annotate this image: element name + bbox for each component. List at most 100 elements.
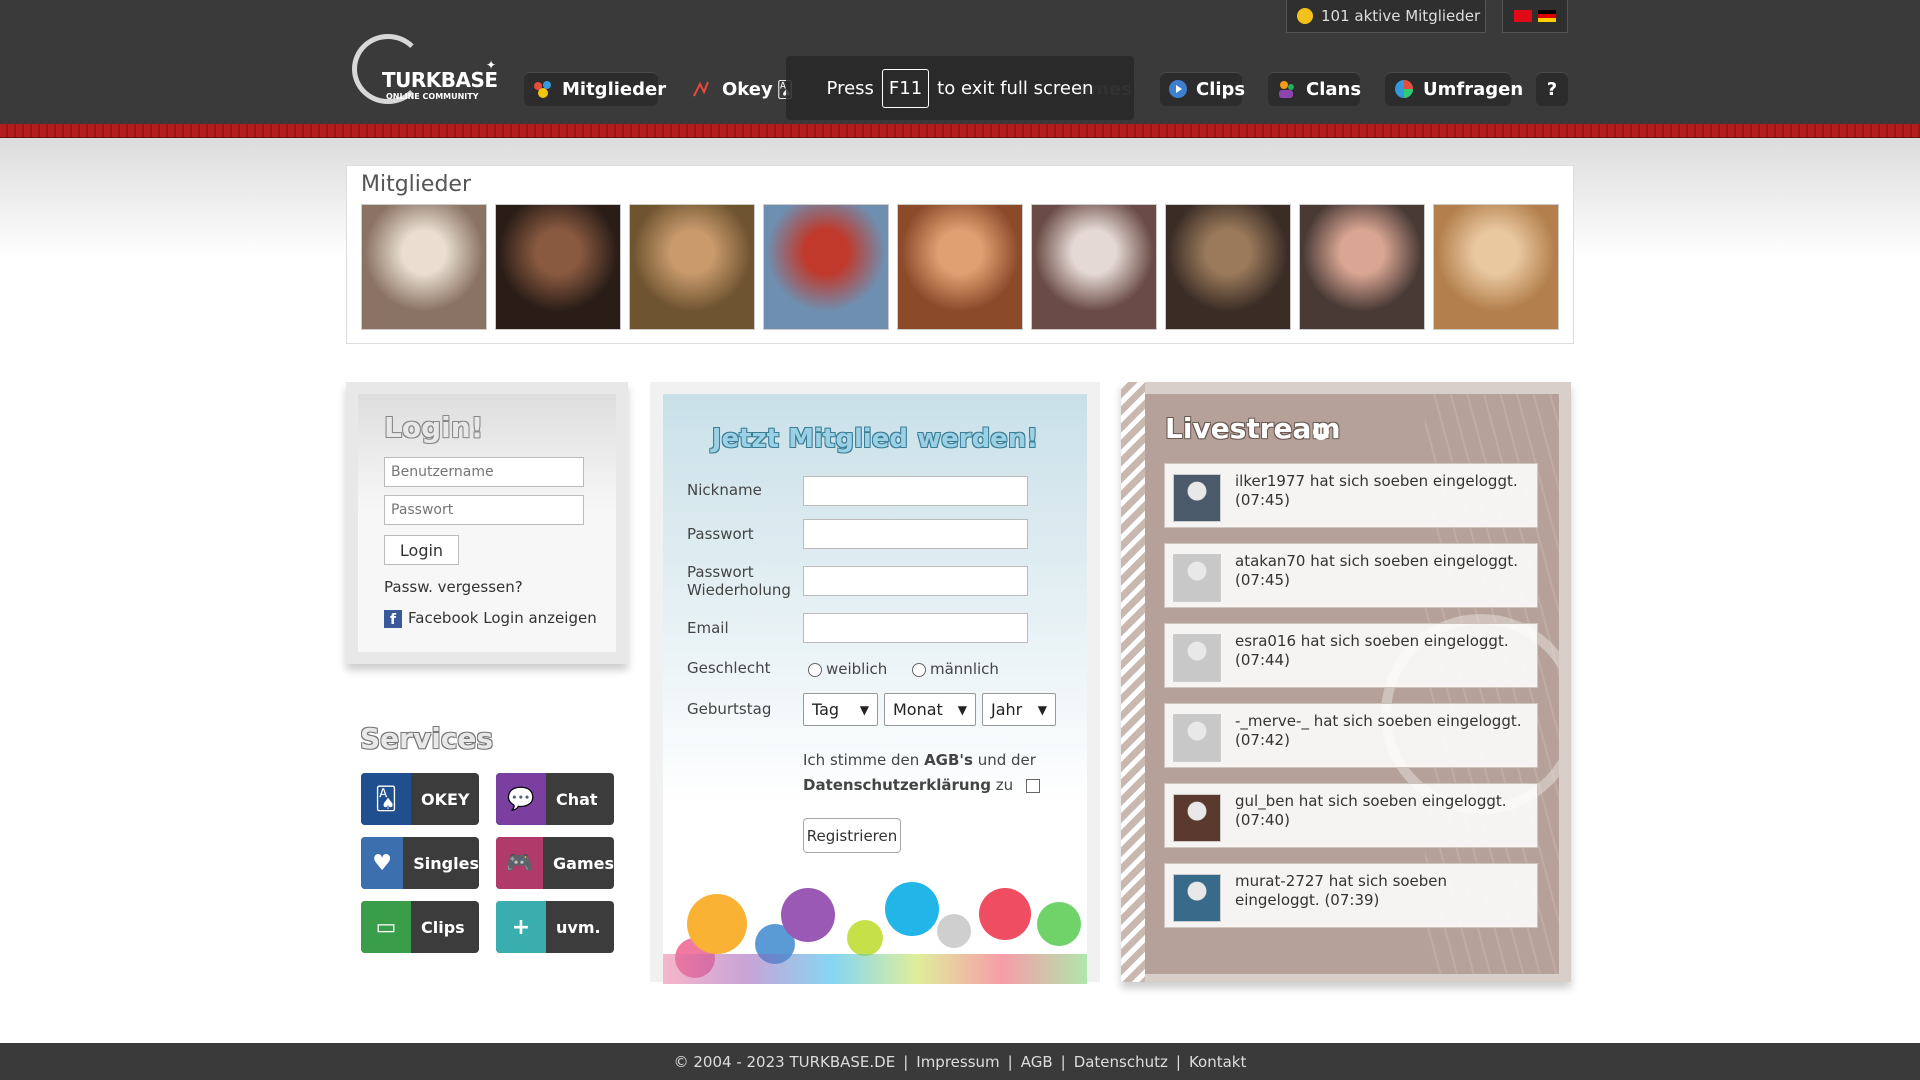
- footer-link-agb[interactable]: AGB: [1021, 1053, 1053, 1071]
- avatar[interactable]: [1173, 554, 1221, 602]
- turkish-flag-icon[interactable]: [1514, 10, 1532, 22]
- livestream-item[interactable]: -_merve-_ hat sich soeben eingeloggt. (0…: [1164, 703, 1538, 768]
- avatar[interactable]: [1173, 474, 1221, 522]
- gender-female-option[interactable]: weiblich: [808, 660, 887, 678]
- service-label: Chat: [556, 789, 598, 809]
- month-select[interactable]: Monat ▼: [884, 693, 976, 726]
- username-input[interactable]: [384, 457, 584, 487]
- nav-label: Umfragen: [1423, 78, 1524, 100]
- avatar[interactable]: [1173, 634, 1221, 682]
- footer-link-datenschutz[interactable]: Datenschutz: [1074, 1053, 1168, 1071]
- pause-icon[interactable]: II: [1313, 424, 1329, 440]
- livestream-item[interactable]: murat-2727 hat sich soeben eingeloggt. (…: [1164, 863, 1538, 928]
- register-password-input[interactable]: [803, 519, 1028, 549]
- logo[interactable]: TURKBASE ONLINE COMMUNITY ✦: [352, 30, 502, 108]
- livestream-text: gul_ben hat sich soeben eingeloggt. (07:…: [1235, 792, 1507, 829]
- footer-separator: |: [903, 1052, 909, 1071]
- decor-bubble: [885, 882, 939, 936]
- nav-clans[interactable]: Clans: [1268, 72, 1362, 106]
- nav-okey[interactable]: Okey 🂡: [684, 72, 793, 106]
- german-flag-icon[interactable]: [1538, 10, 1556, 22]
- nav-help[interactable]: ?: [1536, 72, 1568, 106]
- month-select-value: Monat: [893, 700, 943, 719]
- nav-label: Clips: [1196, 78, 1246, 100]
- nav-clips[interactable]: Clips: [1160, 72, 1246, 106]
- member-photo[interactable]: [897, 204, 1023, 330]
- nav-umfragen[interactable]: Umfragen: [1385, 72, 1523, 106]
- email-label: Email: [687, 619, 729, 637]
- member-photo[interactable]: [361, 204, 487, 330]
- member-photo[interactable]: [1165, 204, 1291, 330]
- okey-cards-icon: [692, 78, 714, 100]
- terms-mid: und der: [977, 751, 1036, 769]
- privacy-link[interactable]: Datenschutzerklärung: [803, 776, 991, 794]
- fullscreen-hint-post: to exit full screen: [937, 77, 1094, 99]
- livestream-item[interactable]: ilker1977 hat sich soeben eingeloggt. (0…: [1164, 463, 1538, 528]
- livestream-text: -_merve-_ hat sich soeben eingeloggt. (0…: [1235, 712, 1522, 749]
- chat-bubble-icon: 💬: [496, 773, 546, 825]
- service-singles-button[interactable]: ♥ Singles: [361, 837, 479, 889]
- service-okey-button[interactable]: 🂡 OKEY: [361, 773, 479, 825]
- agb-link[interactable]: AGB's: [924, 751, 973, 769]
- avatar[interactable]: [1173, 794, 1221, 842]
- header-stripe: [0, 124, 1920, 138]
- radio-male[interactable]: [912, 662, 926, 677]
- service-chat-button[interactable]: 💬 Chat: [496, 773, 614, 825]
- member-photo[interactable]: [1433, 204, 1559, 330]
- member-photo[interactable]: [495, 204, 621, 330]
- logo-subtitle: ONLINE COMMUNITY: [386, 92, 479, 101]
- language-switcher: [1502, 0, 1568, 33]
- service-label: Singles: [413, 853, 479, 873]
- clans-icon: [1276, 78, 1298, 100]
- register-box: Jetzt Mitglied werden!: [650, 382, 1100, 984]
- nickname-input[interactable]: [803, 476, 1028, 506]
- plus-icon: +: [496, 901, 546, 953]
- livestream-item[interactable]: gul_ben hat sich soeben eingeloggt. (07:…: [1164, 783, 1538, 848]
- service-games-button[interactable]: 🎮 Games: [496, 837, 614, 889]
- livestream-item[interactable]: atakan70 hat sich soeben eingeloggt. (07…: [1164, 543, 1538, 608]
- service-label: Games: [553, 853, 614, 873]
- day-select[interactable]: Tag ▼: [803, 693, 878, 726]
- member-photo[interactable]: [1031, 204, 1157, 330]
- okey-cards-icon: 🂡: [361, 773, 411, 825]
- service-uvm-button[interactable]: + uvm.: [496, 901, 614, 953]
- password-input[interactable]: [384, 495, 584, 525]
- footer-separator: |: [1007, 1052, 1013, 1071]
- copyright: © 2004 - 2023 TURKBASE.DE: [673, 1052, 896, 1071]
- facebook-login-link[interactable]: f Facebook Login anzeigen: [384, 609, 597, 628]
- active-members-badge[interactable]: 101 aktive Mitglieder: [1286, 0, 1486, 33]
- chevron-down-icon: ▼: [957, 702, 967, 717]
- footer-link-kontakt[interactable]: Kontakt: [1189, 1053, 1246, 1071]
- terms-checkbox[interactable]: [1025, 778, 1040, 793]
- terms-agreement: Ich stimme den AGB's und der Datenschutz…: [803, 748, 1063, 798]
- terms-pre: Ich stimme den: [803, 751, 920, 769]
- nav-label: Mitglieder: [562, 78, 667, 100]
- avatar[interactable]: [1173, 714, 1221, 762]
- decor-bubble: [781, 888, 835, 942]
- gender-male-label: männlich: [930, 660, 999, 678]
- member-photo[interactable]: [763, 204, 889, 330]
- nav-mitglieder[interactable]: Mitglieder: [524, 72, 666, 106]
- nav-label: Clans: [1306, 78, 1362, 100]
- livestream-item[interactable]: esra016 hat sich soeben eingeloggt. (07:…: [1164, 623, 1538, 688]
- email-input[interactable]: [803, 613, 1028, 643]
- login-button[interactable]: Login: [384, 535, 459, 565]
- facebook-icon: f: [384, 609, 402, 628]
- screen-icon: ▭: [361, 901, 411, 953]
- password-repeat-input[interactable]: [803, 566, 1028, 596]
- year-select[interactable]: Jahr ▼: [982, 693, 1056, 726]
- footer-separator: |: [1175, 1052, 1181, 1071]
- radio-female[interactable]: [808, 662, 822, 677]
- service-clips-button[interactable]: ▭ Clips: [361, 901, 479, 953]
- avatar[interactable]: [1173, 874, 1221, 922]
- footer-link-impressum[interactable]: Impressum: [916, 1053, 999, 1071]
- decor-bubble: [687, 894, 747, 954]
- chevron-down-icon: ▼: [1037, 702, 1047, 717]
- member-photo[interactable]: [1299, 204, 1425, 330]
- forgot-password-link[interactable]: Passw. vergessen?: [384, 578, 523, 596]
- gender-male-option[interactable]: männlich: [912, 660, 999, 678]
- register-button[interactable]: Registrieren: [803, 818, 901, 853]
- decor-bodies: [663, 954, 1087, 984]
- nickname-label: Nickname: [687, 481, 762, 499]
- member-photo[interactable]: [629, 204, 755, 330]
